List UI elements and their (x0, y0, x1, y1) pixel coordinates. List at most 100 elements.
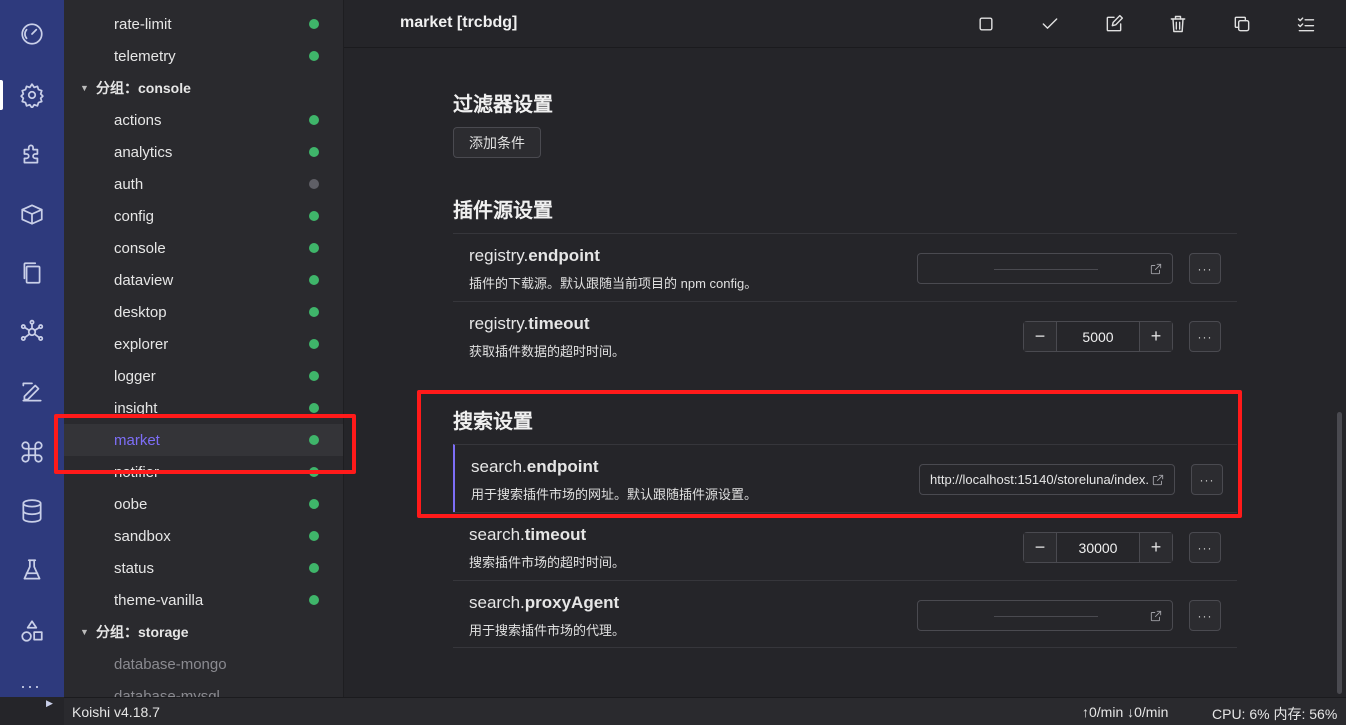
more-options-button[interactable]: ··· (1189, 253, 1221, 284)
checkmark-icon[interactable] (1038, 12, 1062, 36)
status-dot (309, 371, 319, 381)
sidebar-item-market[interactable]: market (64, 424, 343, 456)
sidebar-item-database-mysql[interactable]: database-mysql (64, 680, 343, 698)
sidebar-group-storage[interactable]: ▼ 分组：storage (64, 616, 343, 648)
setting-search-endpoint: search.endpoint 用于搜索插件市场的网址。默认跟随插件源设置。 h… (453, 444, 1237, 512)
input-value: http://localhost:15140/storeluna/index.j… (930, 472, 1148, 487)
sidebar-item-label: database-mongo (114, 655, 227, 673)
sidebar-item-theme-vanilla[interactable]: theme-vanilla (64, 584, 343, 616)
sidebar-item-telemetry[interactable]: telemetry (64, 40, 343, 72)
page-title: market [trcbdg] (400, 14, 518, 31)
status-dot (309, 243, 319, 253)
sidebar-item-label: actions (114, 111, 162, 129)
sidebar-item-database-mongo[interactable]: database-mongo (64, 648, 343, 680)
status-dot (309, 467, 319, 477)
section-title-plugin-source: 插件源设置 (453, 200, 553, 222)
sidebar-item-label: status (114, 559, 155, 577)
vertical-scrollbar[interactable] (1337, 412, 1342, 694)
more-dots-icon[interactable]: ··· (20, 676, 41, 697)
more-options-button[interactable]: ··· (1189, 532, 1221, 563)
sidebar-item-label: logger (114, 367, 156, 385)
flask-icon[interactable] (17, 555, 47, 585)
sidebar-item-actions[interactable]: actions (64, 104, 343, 136)
stop-square-icon[interactable] (974, 12, 998, 36)
setting-key-prefix: search. (471, 457, 527, 476)
section-title-search: 搜索设置 (453, 411, 533, 433)
external-link-icon[interactable] (1149, 609, 1163, 623)
more-options-button[interactable]: ··· (1191, 464, 1223, 495)
sidebar-item-rate-limit[interactable]: rate-limit (64, 8, 343, 40)
checklist-icon[interactable] (1294, 12, 1318, 36)
more-options-button[interactable]: ··· (1189, 600, 1221, 631)
sidebar-item-label: rate-limit (114, 15, 172, 33)
sidebar-item-sandbox[interactable]: sandbox (64, 520, 343, 552)
package-box-icon[interactable] (17, 199, 47, 229)
sidebar-item-console[interactable]: console (64, 232, 343, 264)
sidebar-item-desktop[interactable]: desktop (64, 296, 343, 328)
proxy-agent-input[interactable] (917, 600, 1173, 631)
setting-key: registry.endpoint (469, 246, 600, 266)
command-key-icon[interactable] (17, 437, 47, 467)
files-copy-icon[interactable] (17, 258, 47, 288)
setting-key-name: timeout (524, 525, 587, 544)
edit-icon[interactable] (1102, 12, 1126, 36)
setting-key: registry.timeout (469, 314, 590, 334)
puzzle-plugin-icon[interactable] (17, 139, 47, 169)
status-bar: Koishi v4.18.7 ↑0/min ↓0/min CPU: 6% 内存:… (64, 697, 1346, 725)
shapes-icon[interactable] (17, 616, 47, 646)
settings-gear-icon[interactable] (17, 80, 47, 110)
setting-key-prefix: registry. (469, 314, 529, 333)
status-dot (309, 435, 319, 445)
sidebar-item-oobe[interactable]: oobe (64, 488, 343, 520)
increment-button[interactable]: + (1139, 322, 1172, 351)
database-icon[interactable] (17, 496, 47, 526)
setting-key-prefix: registry. (469, 246, 529, 265)
sidebar-item-dataview[interactable]: dataview (64, 264, 343, 296)
add-condition-button[interactable]: 添加条件 (453, 127, 541, 158)
sidebar-group-console[interactable]: ▼ 分组：console (64, 72, 343, 104)
version-label: Koishi v4.18.7 (72, 704, 160, 720)
expand-arrow-icon[interactable]: ▶ (46, 698, 53, 709)
registry-endpoint-input[interactable] (917, 253, 1173, 284)
sidebar-item-analytics[interactable]: analytics (64, 136, 343, 168)
stepper-value[interactable]: 30000 (1057, 533, 1139, 562)
sidebar-item-auth[interactable]: auth (64, 168, 343, 200)
setting-description: 插件的下载源。默认跟随当前项目的 npm config。 (469, 276, 758, 291)
status-dot (309, 595, 319, 605)
network-graph-icon[interactable] (17, 317, 47, 347)
setting-key-prefix: search. (469, 593, 525, 612)
sidebar-item-label: database-mysql (114, 687, 220, 698)
sidebar-item-insight[interactable]: insight (64, 392, 343, 424)
increment-button[interactable]: + (1139, 533, 1172, 562)
external-link-icon[interactable] (1151, 473, 1165, 487)
sidebar-item-config[interactable]: config (64, 200, 343, 232)
status-dot (309, 51, 319, 61)
sidebar-item-status[interactable]: status (64, 552, 343, 584)
decrement-button[interactable]: − (1024, 322, 1057, 351)
copy-icon[interactable] (1230, 12, 1254, 36)
dashboard-icon[interactable] (17, 19, 47, 49)
stepper-value[interactable]: 5000 (1057, 322, 1139, 351)
sidebar-item-explorer[interactable]: explorer (64, 328, 343, 360)
edit-pen-icon[interactable] (17, 377, 47, 407)
status-dot (309, 19, 319, 29)
sidebar-item-logger[interactable]: logger (64, 360, 343, 392)
trash-icon[interactable] (1166, 12, 1190, 36)
sidebar-group-label: 分组：console (96, 80, 191, 96)
sidebar-item-notifier[interactable]: notifier (64, 456, 343, 488)
search-endpoint-input[interactable]: http://localhost:15140/storeluna/index.j… (919, 464, 1175, 495)
registry-timeout-stepper: −5000 + (1023, 321, 1173, 352)
more-options-button[interactable]: ··· (1189, 321, 1221, 352)
empty-placeholder-line (994, 616, 1098, 617)
setting-search-proxy-agent: search.proxyAgent 用于搜索插件市场的代理。 ··· (453, 580, 1237, 648)
setting-key-name: endpoint (526, 457, 599, 476)
external-link-icon[interactable] (1149, 262, 1163, 276)
decrement-button[interactable]: − (1024, 533, 1057, 562)
setting-registry-endpoint: registry.endpoint 插件的下载源。默认跟随当前项目的 npm c… (453, 233, 1237, 301)
status-dot (309, 307, 319, 317)
setting-key: search.endpoint (471, 457, 599, 477)
setting-registry-timeout: registry.timeout 获取插件数据的超时时间。 −5000 + ··· (453, 301, 1237, 369)
status-dot (309, 499, 319, 509)
sidebar-group-label: 分组：storage (96, 624, 189, 640)
sidebar-item-label: notifier (114, 463, 160, 481)
